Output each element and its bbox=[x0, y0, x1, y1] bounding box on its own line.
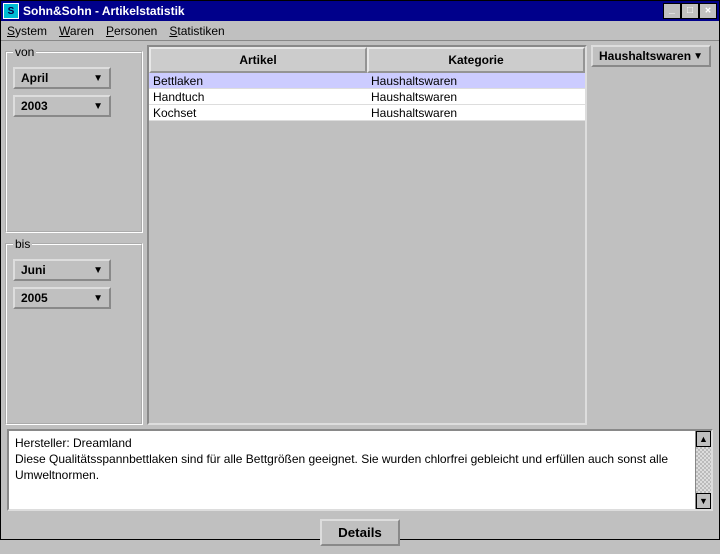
scrollbar[interactable]: ▲ ▼ bbox=[695, 431, 711, 509]
details-panel: Hersteller: Dreamland Diese Qualitätsspa… bbox=[7, 429, 713, 554]
content-area: von April ▼ 2003 ▼ bis Juni ▼ 2005 bbox=[1, 41, 719, 429]
window-title: Sohn&Sohn - Artikelstatistik bbox=[23, 4, 663, 18]
chevron-down-icon: ▼ bbox=[93, 265, 103, 276]
cell-artikel: Kochset bbox=[149, 105, 367, 120]
window-controls: _ □ ✕ bbox=[663, 3, 717, 19]
details-text-wrap: Hersteller: Dreamland Diese Qualitätsspa… bbox=[7, 429, 713, 511]
menubar: System Waren Personen Statistiken bbox=[1, 21, 719, 41]
table-row[interactable]: Kochset Haushaltswaren bbox=[149, 105, 585, 121]
chevron-down-icon: ▼ bbox=[93, 73, 103, 84]
cell-artikel: Handtuch bbox=[149, 89, 367, 104]
maximize-button[interactable]: □ bbox=[681, 3, 699, 19]
scroll-up-icon[interactable]: ▲ bbox=[696, 431, 711, 447]
category-filter-dropdown[interactable]: Haushaltswaren ▼ bbox=[591, 45, 711, 67]
menu-waren[interactable]: Waren bbox=[59, 24, 94, 38]
bis-month-value: Juni bbox=[21, 263, 46, 277]
cell-artikel: Bettlaken bbox=[149, 73, 367, 88]
details-line: Hersteller: Dreamland bbox=[15, 435, 689, 451]
chevron-down-icon: ▼ bbox=[93, 293, 103, 304]
von-year-dropdown[interactable]: 2003 ▼ bbox=[13, 95, 111, 117]
details-text: Hersteller: Dreamland Diese Qualitätsspa… bbox=[9, 431, 695, 509]
cell-kategorie: Haushaltswaren bbox=[367, 89, 585, 104]
menu-statistiken[interactable]: Statistiken bbox=[169, 24, 224, 38]
von-month-value: April bbox=[21, 71, 48, 85]
table-header: Artikel Kategorie bbox=[149, 47, 585, 73]
bis-group: bis Juni ▼ 2005 ▼ bbox=[5, 237, 143, 425]
menu-personen[interactable]: Personen bbox=[106, 24, 157, 38]
bis-year-value: 2005 bbox=[21, 291, 48, 305]
cell-kategorie: Haushaltswaren bbox=[367, 73, 585, 88]
bis-year-dropdown[interactable]: 2005 ▼ bbox=[13, 287, 111, 309]
left-panel: von April ▼ 2003 ▼ bis Juni ▼ 2005 bbox=[5, 45, 143, 425]
table-body: Bettlaken Haushaltswaren Handtuch Hausha… bbox=[149, 73, 585, 121]
chevron-down-icon: ▼ bbox=[693, 51, 703, 62]
col-kategorie[interactable]: Kategorie bbox=[367, 47, 585, 73]
von-year-value: 2003 bbox=[21, 99, 48, 113]
von-month-dropdown[interactable]: April ▼ bbox=[13, 67, 111, 89]
details-line: Diese Qualitätsspannbettlaken sind für a… bbox=[15, 451, 689, 483]
table-panel: Artikel Kategorie Bettlaken Haushaltswar… bbox=[147, 45, 587, 425]
app-icon: S bbox=[3, 3, 19, 19]
table-row[interactable]: Handtuch Haushaltswaren bbox=[149, 89, 585, 105]
scroll-track[interactable] bbox=[696, 447, 711, 493]
category-filter-value: Haushaltswaren bbox=[599, 49, 691, 63]
right-panel: Haushaltswaren ▼ bbox=[591, 45, 715, 425]
table-row[interactable]: Bettlaken Haushaltswaren bbox=[149, 73, 585, 89]
details-button[interactable]: Details bbox=[320, 519, 400, 546]
bis-legend: bis bbox=[13, 237, 32, 251]
chevron-down-icon: ▼ bbox=[93, 101, 103, 112]
button-bar: Details bbox=[7, 511, 713, 554]
scroll-down-icon[interactable]: ▼ bbox=[696, 493, 711, 509]
close-button[interactable]: ✕ bbox=[699, 3, 717, 19]
titlebar: S Sohn&Sohn - Artikelstatistik _ □ ✕ bbox=[1, 1, 719, 21]
app-window: S Sohn&Sohn - Artikelstatistik _ □ ✕ Sys… bbox=[0, 0, 720, 540]
von-legend: von bbox=[13, 45, 36, 59]
von-group: von April ▼ 2003 ▼ bbox=[5, 45, 143, 233]
menu-system[interactable]: System bbox=[7, 24, 47, 38]
cell-kategorie: Haushaltswaren bbox=[367, 105, 585, 120]
col-artikel[interactable]: Artikel bbox=[149, 47, 367, 73]
bis-month-dropdown[interactable]: Juni ▼ bbox=[13, 259, 111, 281]
minimize-button[interactable]: _ bbox=[663, 3, 681, 19]
